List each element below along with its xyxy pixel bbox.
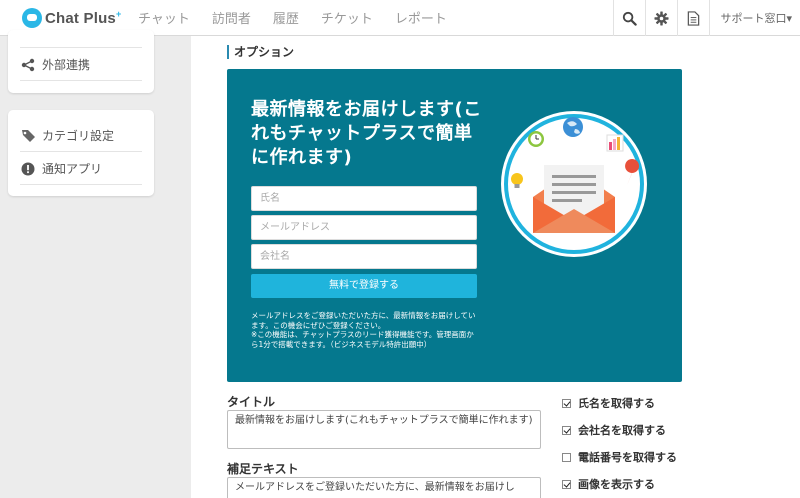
banner-title: 最新情報をお届けします(これもチャットプラスで簡単に作れます): [251, 99, 482, 168]
banner-note: メールアドレスをご登録いただいた方に、最新情報をお届けしています。この機会にぜひ…: [251, 311, 476, 349]
gear-icon: [654, 10, 669, 26]
sidebar-item-label: カテゴリ設定: [42, 129, 115, 143]
main-nav: チャット 訪問者 履歴 チケット レポート: [128, 8, 469, 27]
option-get-name[interactable]: 氏名を取得する: [562, 395, 655, 411]
document-icon: [688, 10, 700, 26]
document-button[interactable]: [677, 0, 709, 36]
sidebar-item-notify-app[interactable]: 通知アプリ: [20, 153, 142, 185]
checkbox[interactable]: [562, 452, 571, 462]
company-input[interactable]: 会社名: [251, 244, 477, 269]
search-button[interactable]: [613, 0, 645, 36]
option-label: 電話番号を取得する: [578, 451, 677, 464]
option-get-company[interactable]: 会社名を取得する: [562, 422, 666, 438]
option-label: 会社名を取得する: [578, 424, 666, 437]
sidebar-item-label: 外部連携: [42, 58, 91, 72]
supplement-label: 補足テキスト: [227, 462, 299, 476]
main-content: オプション 最新情報をお届けします(これもチャットプラスで簡単に作れます) 氏名…: [191, 36, 800, 498]
nav-visitors[interactable]: 訪問者: [212, 8, 251, 27]
sidebar-item-hidden: [20, 30, 142, 48]
lead-form-preview: 最新情報をお届けします(これもチャットプラスで簡単に作れます) 氏名 メールアド…: [227, 69, 682, 382]
tag-icon: [21, 129, 35, 142]
logo-plus: +: [115, 8, 122, 19]
search-icon: [623, 11, 638, 26]
nav-tickets[interactable]: チケット: [321, 8, 373, 27]
nav-chat[interactable]: チャット: [138, 8, 190, 27]
option-label: 画像を表示する: [578, 478, 655, 491]
settings-button[interactable]: [645, 0, 677, 36]
supplement-textarea[interactable]: メールアドレスをご登録いただいた方に、最新情報をお届けし: [227, 477, 541, 498]
option-label: 氏名を取得する: [578, 397, 655, 410]
email-input[interactable]: メールアドレス: [251, 215, 477, 240]
sidebar-item-label: 通知アプリ: [42, 162, 103, 176]
chat-logo-icon: [22, 7, 42, 28]
share-icon: [21, 58, 35, 71]
alert-icon: [21, 162, 35, 175]
option-show-image[interactable]: 画像を表示する: [562, 476, 655, 492]
checkbox[interactable]: [562, 425, 571, 435]
option-get-phone[interactable]: 電話番号を取得する: [562, 449, 677, 465]
logo[interactable]: Chat Plus+: [22, 7, 128, 28]
support-menu[interactable]: サポート窓口▾: [709, 0, 800, 36]
logo-text: Chat Plus: [45, 9, 116, 27]
title-label: タイトル: [227, 395, 276, 409]
sidebar-item-integrations[interactable]: 外部連携: [20, 49, 142, 81]
sidebar-item-categories[interactable]: カテゴリ設定: [20, 120, 142, 152]
checkbox[interactable]: [562, 398, 571, 408]
checkbox[interactable]: [562, 479, 571, 489]
nav-reports[interactable]: レポート: [395, 8, 447, 27]
register-button[interactable]: 無料で登録する: [251, 274, 477, 298]
sidebar-card-settings: カテゴリ設定 通知アプリ: [8, 110, 154, 196]
nav-right-tools: サポート窓口▾: [613, 0, 800, 36]
name-input[interactable]: 氏名: [251, 186, 477, 211]
newsletter-illustration: [501, 111, 647, 257]
nav-history[interactable]: 履歴: [273, 8, 299, 27]
title-textarea[interactable]: 最新情報をお届けします(これもチャットプラスで簡単に作れます): [227, 410, 541, 449]
sidebar-card-integrations: 外部連携: [8, 30, 154, 93]
section-title: オプション: [227, 45, 294, 59]
